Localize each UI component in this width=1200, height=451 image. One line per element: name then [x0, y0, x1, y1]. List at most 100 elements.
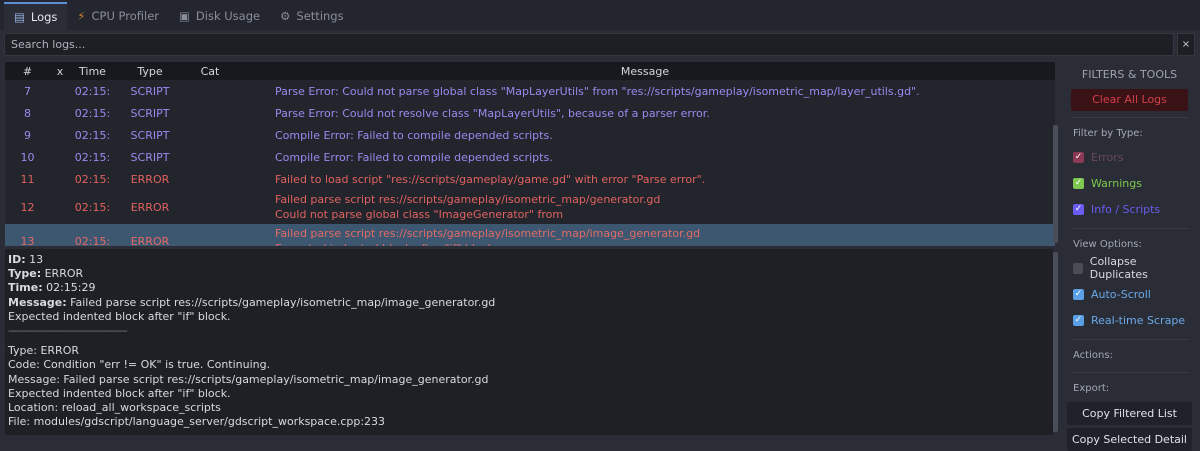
detail-type: ERROR — [41, 267, 84, 281]
checkbox-warnings[interactable]: ✓ Warnings — [1063, 170, 1196, 196]
cell-type: SCRIPT — [130, 128, 170, 142]
tab-cpu-profiler[interactable]: ⚡ CPU Profiler — [67, 2, 169, 30]
cell-time: 02:15: — [74, 200, 111, 214]
cell-id: 8 — [24, 106, 31, 120]
copy-filtered-list-button[interactable]: Copy Filtered List — [1067, 402, 1192, 425]
bolt-icon: ⚡ — [77, 9, 86, 23]
logs-icon: ▤ — [14, 10, 25, 24]
clear-search-button[interactable]: × — [1177, 33, 1195, 56]
col-type[interactable]: Type — [115, 65, 185, 78]
detail-raw-line: Code: Condition "err != OK" is true. Con… — [8, 358, 271, 372]
cell-message: Failed parse script res://scripts/gamepl… — [235, 192, 1055, 222]
tab-disk-usage[interactable]: ▣ Disk Usage — [169, 2, 270, 30]
table-row[interactable]: 12 02:15: ERROR Failed parse script res://s… — [5, 190, 1055, 224]
detail-raw-line: File: modules/gdscript/language_server/g… — [8, 415, 386, 429]
message-line: Compile Error: Failed to compile depende… — [275, 150, 553, 164]
cell-message: Failed to load script "res://scripts/gam… — [235, 172, 1055, 187]
message-line: Compile Error: Failed to compile depende… — [275, 128, 553, 142]
col-x[interactable]: x — [50, 65, 70, 78]
cell-id: 9 — [24, 128, 31, 142]
detail-raw-line: Expected indented block after "if" block… — [8, 386, 231, 400]
detail-message-line2: Expected indented block after "if" block… — [8, 309, 231, 323]
cell-type: SCRIPT — [130, 150, 170, 164]
table-row[interactable]: 8 02:15: SCRIPT Parse Error: Could not reso… — [5, 102, 1055, 124]
cell-time: 02:15: — [74, 172, 111, 186]
table-header: # x Time Type Cat Message — [5, 62, 1055, 80]
table-row[interactable]: 7 02:15: SCRIPT Parse Error: Could not pars… — [5, 80, 1055, 102]
detail-raw-line: Type: ERROR — [8, 344, 80, 358]
cell-time: 02:15: — [74, 128, 111, 142]
cell-id: 10 — [20, 150, 35, 164]
detail-id: 13 — [25, 253, 44, 266]
filters-panel: FILTERS & TOOLS Clear All Logs Filter by… — [1063, 62, 1196, 451]
cell-time: 02:15: — [74, 234, 111, 247]
col-message[interactable]: Message — [235, 65, 1055, 78]
divider — [1071, 228, 1188, 229]
checkmark-icon: ✓ — [1073, 177, 1084, 189]
detail-separator: ---------------------------------------- — [8, 324, 128, 338]
detail-panel: ID: 13 Type: ERROR Time: 02:15:29 Messag… — [5, 249, 1053, 435]
tab-bar: ▤ Logs ⚡ CPU Profiler ▣ Disk Usage ⚙ Setting… — [0, 0, 1200, 30]
log-table: # x Time Type Cat Message 7 02:15: SCRIPT P… — [5, 62, 1055, 246]
checkbox-auto-scroll[interactable]: ✓ Auto-Scroll — [1063, 281, 1196, 307]
cell-message: Compile Error: Failed to compile depende… — [235, 150, 1055, 165]
filter-label: Filter by Type: — [1073, 128, 1143, 139]
table-row[interactable]: 13 02:15: ERROR Failed parse script res://s… — [5, 224, 1055, 246]
cell-type: ERROR — [130, 200, 170, 214]
checkbox-errors[interactable]: ✓ Errors — [1063, 144, 1196, 170]
cell-message: Failed parse script res://scripts/gamepl… — [235, 226, 1055, 246]
message-line: Expected indented block after "if" block… — [275, 241, 1055, 246]
cell-id: 12 — [20, 200, 35, 214]
cell-type: ERROR — [130, 172, 170, 186]
cell-id: 11 — [20, 172, 35, 186]
divider — [1071, 372, 1188, 373]
col-cat[interactable]: Cat — [185, 65, 235, 78]
cell-type: SCRIPT — [130, 84, 170, 98]
cell-time: 02:15: — [74, 150, 111, 164]
table-row[interactable]: 11 02:15: ERROR Failed to load script "res:… — [5, 168, 1055, 190]
cell-id: 7 — [24, 84, 31, 98]
divider — [1071, 339, 1188, 340]
cell-type: SCRIPT — [130, 106, 170, 120]
panel-title: FILTERS & TOOLS — [1081, 68, 1178, 81]
table-scrollbar[interactable] — [1053, 125, 1058, 243]
checkmark-icon: ✓ — [1073, 203, 1084, 215]
cell-message: Compile Error: Failed to compile depende… — [235, 128, 1055, 143]
detail-raw-line: Message: Failed parse script res://scrip… — [8, 372, 489, 386]
message-line: Could not parse global class "ImageGener… — [275, 208, 564, 221]
tab-settings[interactable]: ⚙ Settings — [270, 2, 353, 30]
table-row[interactable]: 9 02:15: SCRIPT Compile Error: Failed to co… — [5, 124, 1055, 146]
message-line: Failed parse script res://scripts/gamepl… — [275, 193, 661, 206]
view-options-label: View Options: — [1073, 239, 1142, 250]
checkmark-icon: ✓ — [1073, 151, 1084, 163]
cell-message: Parse Error: Could not parse global clas… — [235, 84, 1055, 99]
col-id[interactable]: # — [5, 65, 50, 78]
checkbox-real-time-scrape[interactable]: ✓ Real-time Scrape — [1063, 307, 1196, 333]
detail-scrollbar[interactable] — [1053, 252, 1058, 432]
search-input[interactable]: Search logs... — [4, 33, 1174, 56]
cell-id: 13 — [20, 234, 35, 247]
message-line: Parse Error: Could not parse global clas… — [275, 84, 920, 98]
checkbox-empty-icon — [1073, 262, 1083, 274]
detail-time: 02:15:29 — [42, 281, 96, 295]
export-label: Export: — [1073, 383, 1110, 394]
cell-time: 02:15: — [74, 84, 111, 98]
col-time[interactable]: Time — [70, 65, 115, 78]
clear-all-logs-button[interactable]: Clear All Logs — [1071, 89, 1188, 111]
checkbox-info-scripts[interactable]: ✓ Info / Scripts — [1063, 196, 1196, 222]
cell-message: Parse Error: Could not resolve class "Ma… — [235, 106, 1055, 121]
message-line: Failed to load script "res://scripts/gam… — [275, 172, 706, 186]
divider — [1071, 117, 1188, 118]
copy-selected-detail-button[interactable]: Copy Selected Detail — [1067, 428, 1192, 451]
cell-type: ERROR — [130, 234, 170, 247]
table-row[interactable]: 10 02:15: SCRIPT Compile Error: Failed to c… — [5, 146, 1055, 168]
tab-logs[interactable]: ▤ Logs — [4, 2, 68, 30]
checkbox-collapse-duplicates[interactable]: Collapse Duplicates — [1063, 255, 1196, 281]
detail-message: Failed parse script res://scripts/gamepl… — [66, 295, 496, 309]
detail-raw-line: Location: reload_all_workspace_scripts — [8, 401, 221, 415]
gear-icon: ⚙ — [280, 9, 291, 23]
checkmark-icon: ✓ — [1073, 288, 1084, 300]
actions-label: Actions: — [1073, 350, 1113, 361]
message-line: Parse Error: Could not resolve class "Ma… — [275, 106, 710, 120]
cell-time: 02:15: — [74, 106, 111, 120]
